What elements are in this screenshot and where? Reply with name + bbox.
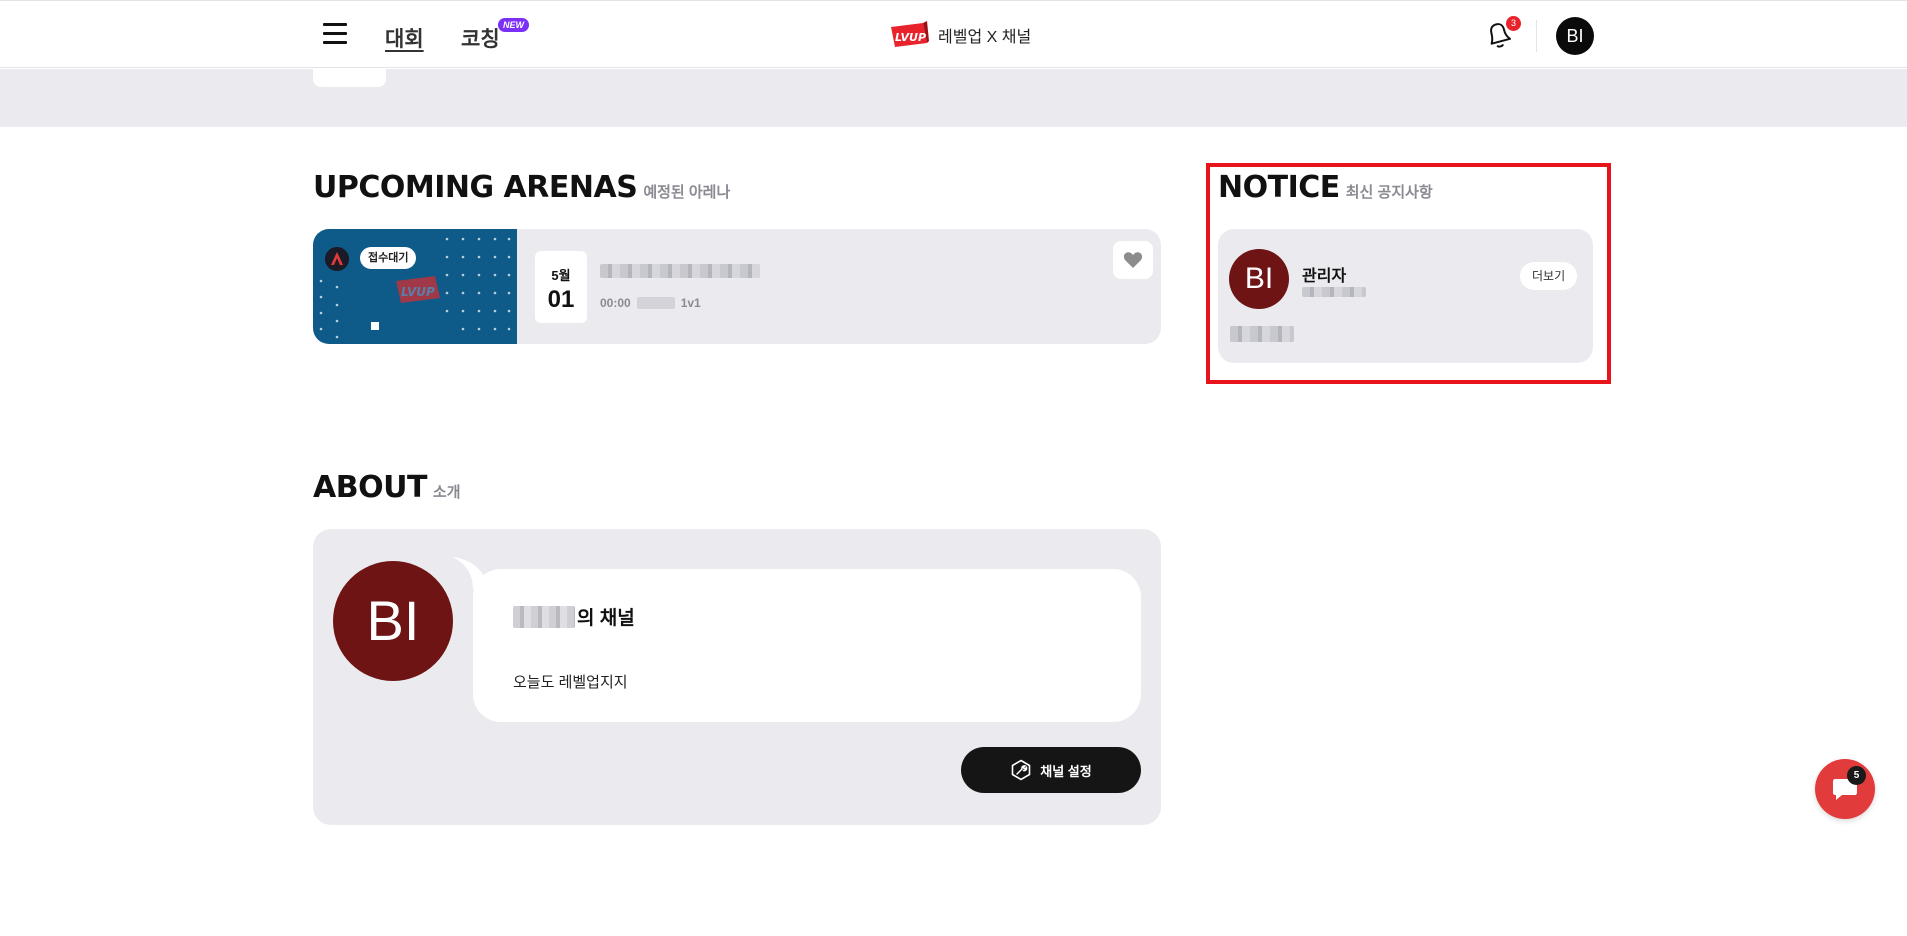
lvup-thumb-logo-icon: LVUP [396,276,440,303]
arena-time: 00:00 [600,296,631,310]
about-title-en: ABOUT [313,470,427,505]
arena-card[interactable]: 접수대기 LVUP 5월 01 00:00 1v1 [313,229,1161,344]
banner-band [0,69,1907,127]
about-card: BI 의 채널 오늘도 레벨업지지 채널 설정 [313,529,1161,825]
notification-count-badge: 3 [1506,16,1521,31]
apex-game-icon [325,247,349,271]
channel-settings-label: 채널 설정 [1040,763,1092,779]
new-badge: NEW [498,18,529,32]
channel-description: 오늘도 레벨업지지 [513,674,628,691]
header-divider [1536,20,1537,52]
favorite-button[interactable] [1113,241,1153,279]
thumb-logo-text: LVUP [401,285,435,299]
chat-button[interactable] [1815,759,1875,819]
notice-author: 관리자 [1302,268,1347,285]
arenas-title-ko: 예정된 아레나 [643,184,731,201]
svg-text:LVUP: LVUP [895,31,926,44]
channel-avatar: BI [333,561,453,681]
channel-name-suffix: 의 채널 [577,608,635,629]
notice-author-avatar: BI [1229,249,1289,309]
heart-icon [1123,252,1143,268]
arena-thumbnail: 접수대기 LVUP [313,229,517,344]
arena-meta: 00:00 1v1 [600,296,701,310]
notice-card[interactable]: BI 관리자 더보기 [1218,229,1593,363]
arena-meta-redacted [636,297,675,309]
notice-more-button[interactable]: 더보기 [1520,262,1578,290]
notice-title-ko: 최신 공지사항 [1345,184,1433,201]
brand-title: 레벨업 X 채널 [938,29,1032,46]
arena-title-redacted [600,264,760,278]
top-header: 대회 코칭 NEW LVUP 레벨업 X 채널 3 BI [0,0,1907,68]
arenas-section-title: UPCOMING ARENAS 예정된 아레나 [313,170,730,205]
nav-coaching-link[interactable]: 코칭 [461,23,500,53]
about-section-title: ABOUT 소개 [313,470,461,505]
user-avatar[interactable]: BI [1556,17,1594,55]
channel-name: 의 채널 [513,603,635,630]
speech-bubble: 의 채널 오늘도 레벨업지지 [473,569,1141,722]
arena-day: 01 [547,286,575,313]
notice-title-en: NOTICE [1218,170,1340,205]
hamburger-menu-icon[interactable] [323,23,347,45]
wrench-hexagon-icon [1011,759,1031,781]
nav-contest-link[interactable]: 대회 [385,23,424,53]
notice-date-redacted [1302,287,1366,297]
arena-status-badge: 접수대기 [360,247,417,269]
lvup-logo-icon: LVUP [891,21,929,47]
arena-date-box: 5월 01 [535,251,587,323]
arena-format: 1v1 [680,296,701,310]
channel-owner-redacted [513,605,575,628]
notice-content-redacted [1230,326,1294,342]
notice-section-title: NOTICE 최신 공지사항 [1218,170,1433,205]
arena-month: 5월 [551,268,571,283]
about-title-ko: 소개 [432,484,461,501]
chat-count-badge: 5 [1847,766,1866,785]
arenas-title-en: UPCOMING ARENAS [313,170,638,205]
banner-tab [313,69,386,87]
brand[interactable]: LVUP 레벨업 X 채널 [889,21,1031,49]
channel-settings-button[interactable]: 채널 설정 [961,747,1141,793]
